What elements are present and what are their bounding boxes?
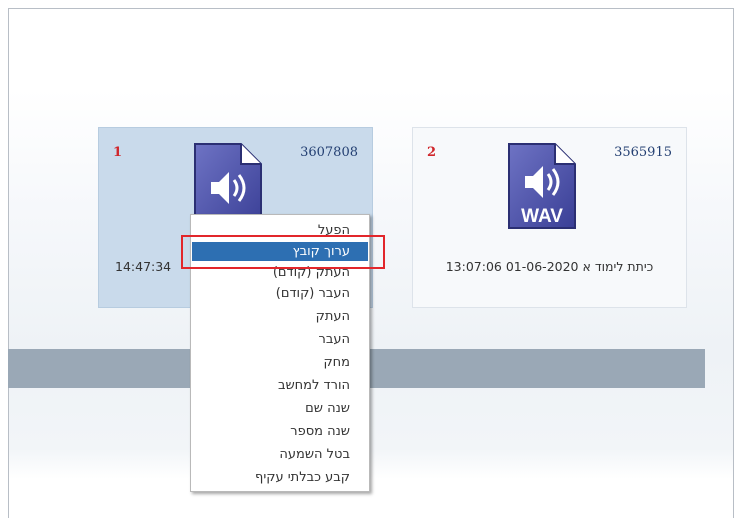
menu-item-play[interactable]: הפעל: [192, 221, 368, 240]
menu-item-download[interactable]: הורד למחשב: [192, 376, 368, 395]
tile-caption: 14:47:34: [115, 259, 172, 274]
recording-tile-2[interactable]: 2 3565915 WAV כיתת לימוד א 01-06-2020 13…: [412, 127, 687, 308]
wav-file-icon: WAV: [508, 143, 576, 229]
menu-item-edit-file[interactable]: ערוך קובץ: [192, 242, 368, 261]
file-type-label: WAV: [521, 206, 563, 227]
menu-item-cancel-playback[interactable]: בטל השמעה: [192, 445, 368, 464]
menu-item-copy-previous[interactable]: העתק (קודם): [192, 263, 368, 282]
tile-index: 2: [427, 145, 437, 160]
menu-item-delete[interactable]: מחק: [192, 353, 368, 372]
tile-id: 3607808: [300, 145, 358, 160]
menu-item-move-previous[interactable]: העבר (קודם): [192, 284, 368, 303]
tile-caption: כיתת לימוד א 01-06-2020 13:07:06: [445, 259, 654, 274]
menu-item-rename[interactable]: שנה שם: [192, 399, 368, 418]
context-menu: הפעל ערוך קובץ העתק (קודם) העבר (קודם) ה…: [190, 214, 370, 492]
menu-item-copy[interactable]: העתק: [192, 307, 368, 326]
tile-index: 1: [113, 145, 123, 160]
menu-item-renumber[interactable]: שנה מספר: [192, 422, 368, 441]
menu-item-set-direct[interactable]: קבע כבלתי עקיף: [192, 468, 368, 487]
tile-id: 3565915: [614, 145, 672, 160]
menu-item-move[interactable]: העבר: [192, 330, 368, 349]
